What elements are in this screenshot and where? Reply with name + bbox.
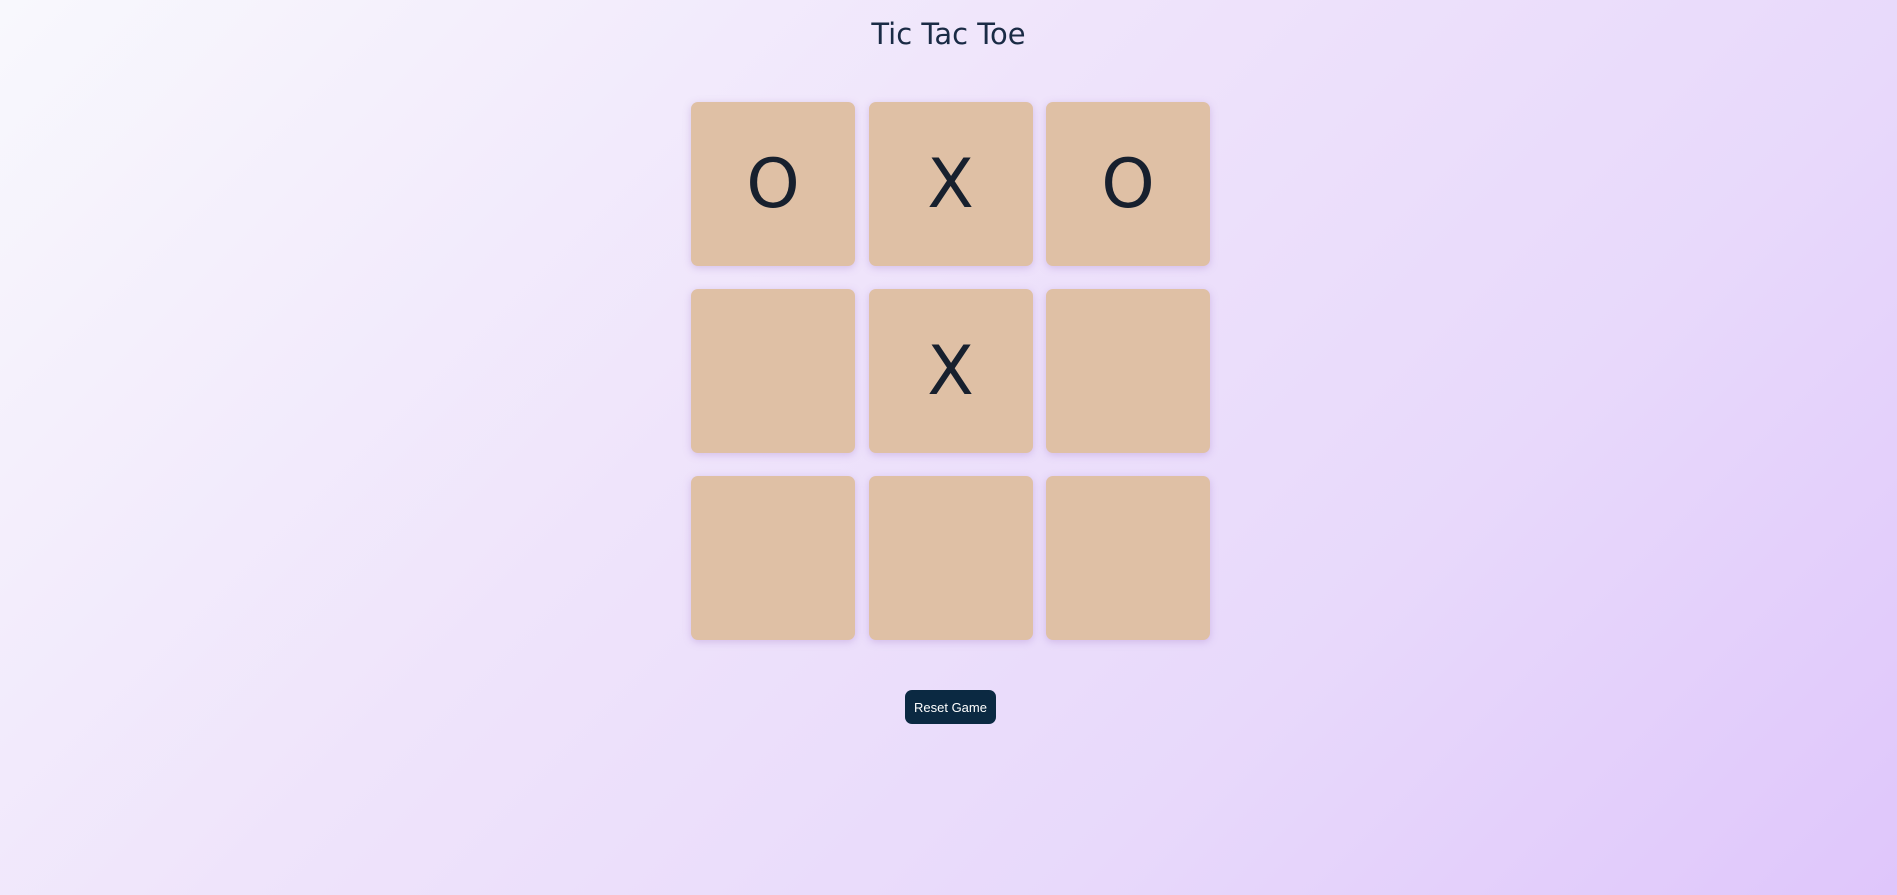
board-cell-7[interactable] <box>691 476 855 640</box>
game-board: O X O X <box>691 102 1210 640</box>
board-cell-4[interactable] <box>691 289 855 453</box>
game-title: Tic Tac Toe <box>871 17 1026 51</box>
board-cell-1[interactable]: O <box>691 102 855 266</box>
board-cell-5[interactable]: X <box>868 289 1033 453</box>
reset-game-button[interactable]: Reset Game <box>905 690 996 724</box>
board-cell-2[interactable]: X <box>868 102 1033 266</box>
board-cell-6[interactable] <box>1046 289 1210 453</box>
board-cell-3[interactable]: O <box>1046 102 1210 266</box>
board-cell-8[interactable] <box>868 476 1033 640</box>
board-cell-9[interactable] <box>1046 476 1210 640</box>
